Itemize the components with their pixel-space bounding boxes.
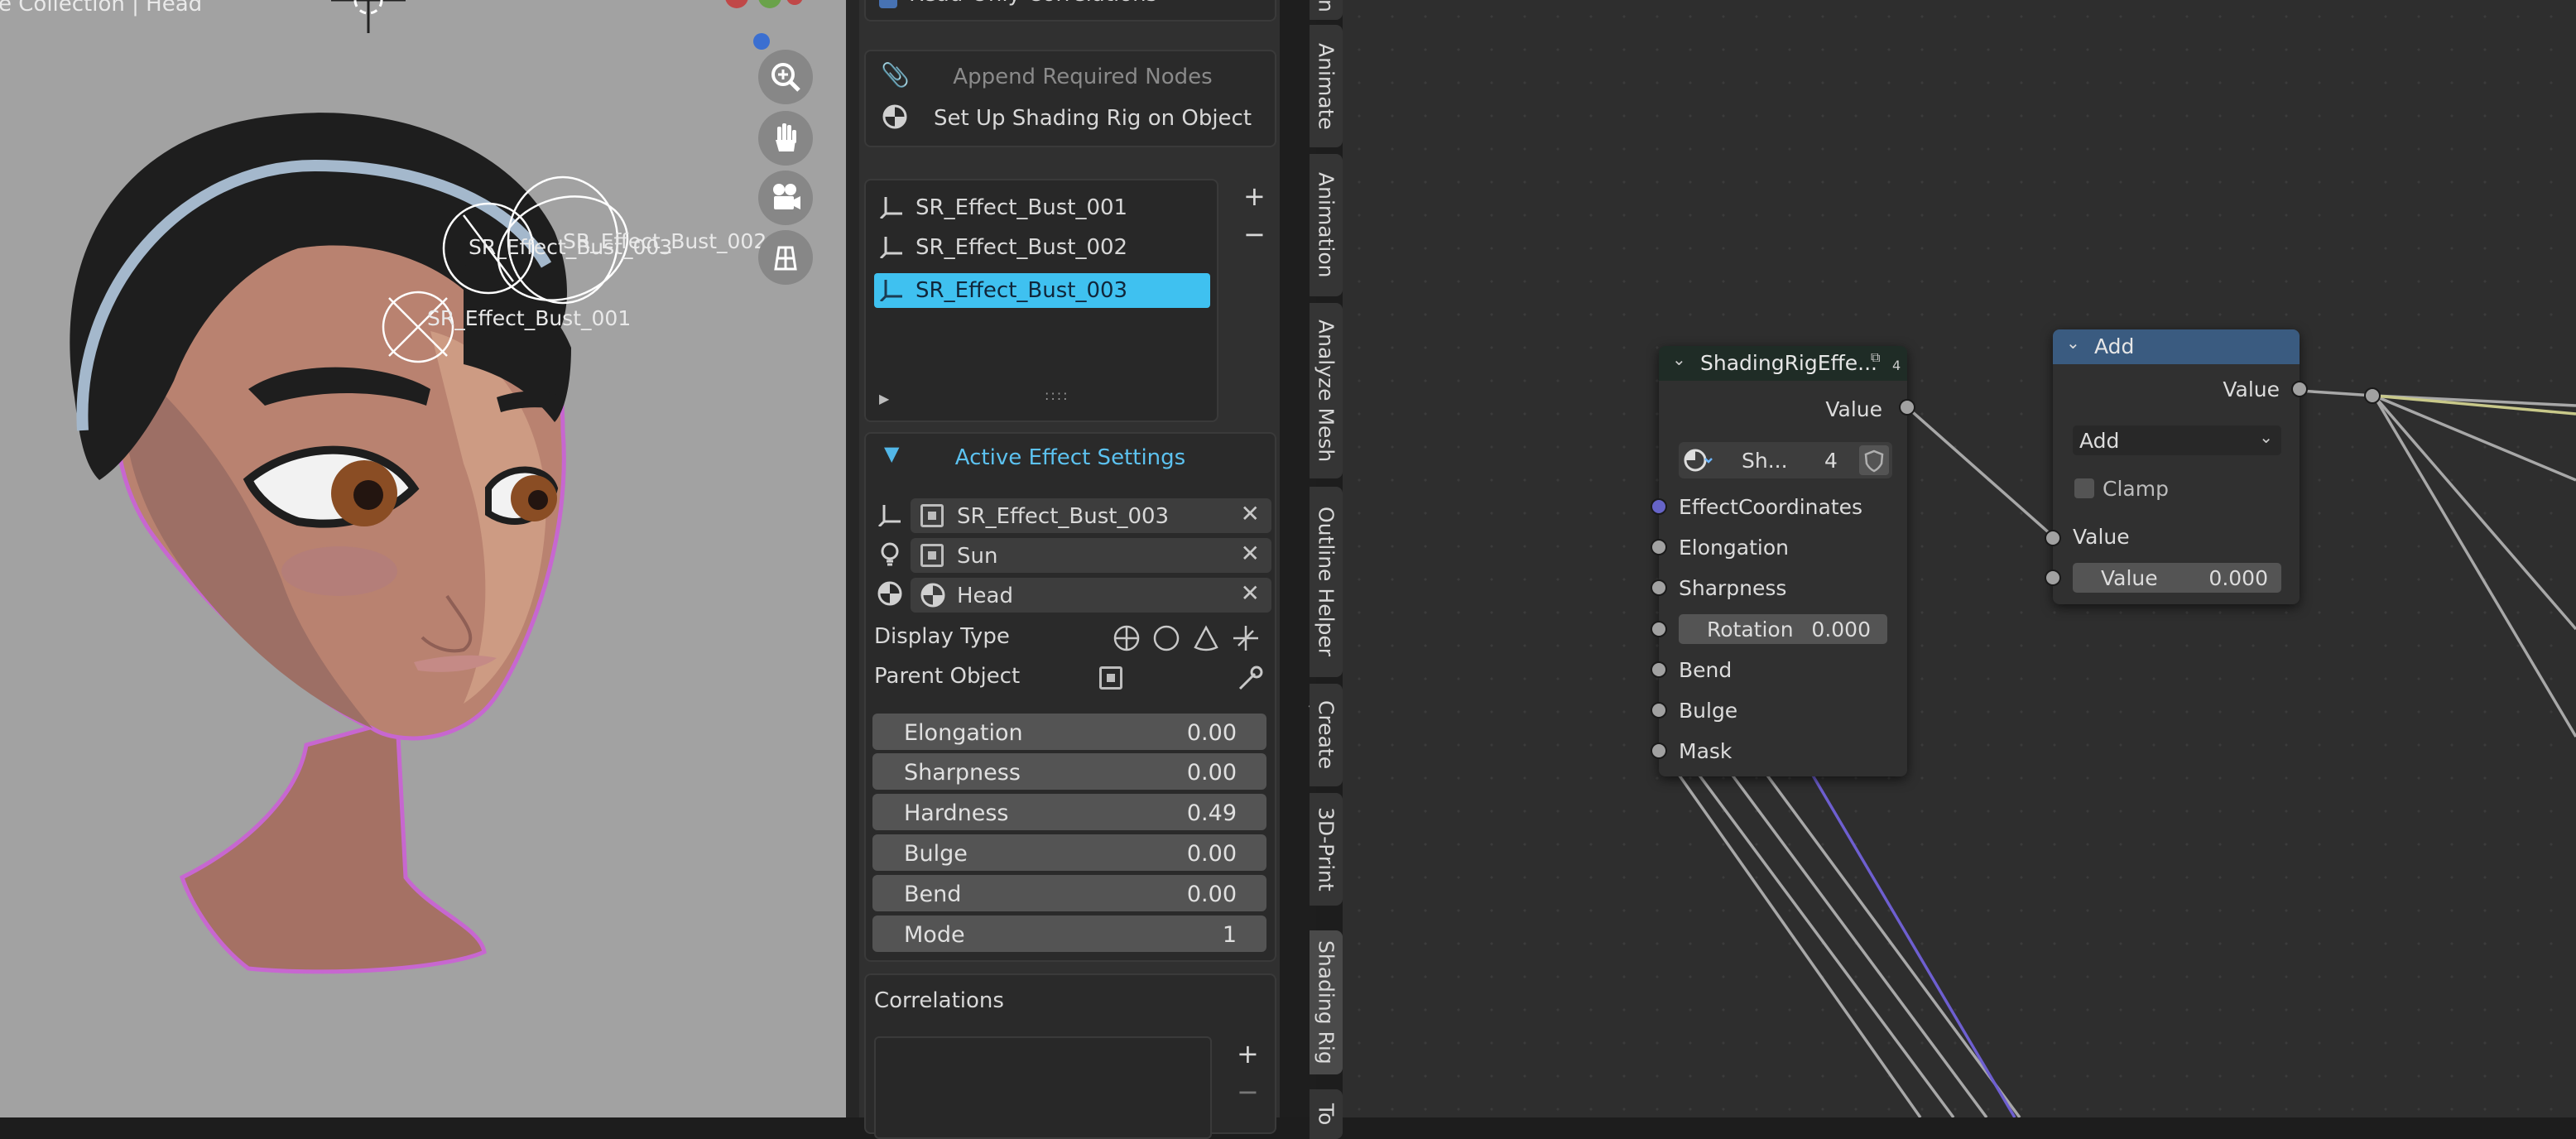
node-header[interactable]: ⌄ ShadingRigEffe... ⧉ 4 [1659, 346, 1907, 381]
datablock-users: 4 [1824, 449, 1838, 473]
shading-rig-group-node[interactable]: ⌄ ShadingRigEffe... ⧉ 4 Value Sh... 4 Ef… [1651, 346, 1915, 776]
input-label: Mask [1679, 739, 1733, 763]
output-label: Value [2223, 377, 2280, 401]
input-socket[interactable] [1651, 702, 1667, 718]
collapse-chevron-icon[interactable]: ⌄ [2066, 333, 2080, 353]
reroute-node[interactable] [2364, 387, 2381, 404]
fake-user-shield-icon[interactable] [1859, 445, 1889, 475]
node-group-icon: ⧉ [1871, 349, 1881, 365]
field-value: 0.000 [1811, 618, 1871, 642]
input-socket[interactable] [1651, 579, 1667, 596]
input-label: Elongation [1679, 536, 1789, 560]
input-socket-vector[interactable] [1651, 498, 1667, 515]
node-users-count: 4 [1892, 358, 1901, 373]
output-socket[interactable] [2291, 381, 2308, 397]
datablock-name: Sh... [1742, 449, 1788, 473]
input-socket[interactable] [1651, 621, 1667, 637]
field-value: 0.000 [2208, 566, 2268, 590]
input-socket[interactable] [1651, 539, 1667, 555]
output-socket[interactable] [1899, 399, 1915, 416]
node-header[interactable]: ⌄ Add [2053, 329, 2300, 364]
dropdown-value: Add [2079, 429, 2120, 453]
input-label: Value [2073, 525, 2130, 549]
chevron-down-icon: ⌄ [2259, 427, 2273, 447]
input-socket[interactable] [1651, 743, 1667, 759]
clamp-label: Clamp [2103, 477, 2169, 501]
operation-dropdown[interactable]: Add ⌄ [2073, 425, 2281, 455]
output-label: Value [1825, 397, 1882, 421]
node-group-datablock[interactable]: Sh... 4 [1679, 442, 1892, 478]
input-label: Bend [1679, 658, 1733, 682]
field-label: Value [2101, 566, 2158, 590]
node-tree-icon[interactable] [1684, 447, 1717, 477]
field-label: Rotation [1707, 618, 1794, 642]
input-socket[interactable] [2045, 530, 2061, 546]
input-label: Bulge [1679, 699, 1738, 723]
node-title: ShadingRigEffe... [1700, 351, 1877, 375]
math-add-node[interactable]: ⌄ Add Value Add ⌄ Clamp Value Value 0.00… [2045, 329, 2308, 604]
input-label: Sharpness [1679, 576, 1787, 600]
collapse-chevron-icon[interactable]: ⌄ [1672, 349, 1686, 369]
rotation-field[interactable]: Rotation 0.000 [1679, 614, 1887, 644]
input-socket[interactable] [2045, 570, 2061, 586]
clamp-checkbox[interactable] [2074, 478, 2094, 498]
input-socket[interactable] [1651, 661, 1667, 678]
node-title: Add [2094, 334, 2135, 358]
value-field[interactable]: Value 0.000 [2073, 563, 2281, 593]
input-label: EffectCoordinates [1679, 495, 1863, 519]
